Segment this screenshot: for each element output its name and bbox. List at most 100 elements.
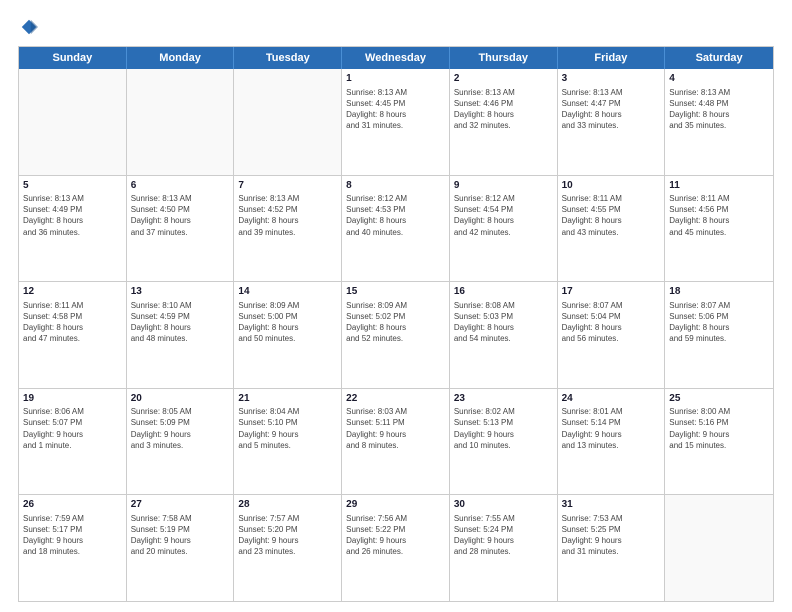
day-info: Sunrise: 8:02 AM Sunset: 5:13 PM Dayligh… [454, 406, 553, 451]
calendar-cell: 12Sunrise: 8:11 AM Sunset: 4:58 PM Dayli… [19, 282, 127, 388]
page: SundayMondayTuesdayWednesdayThursdayFrid… [0, 0, 792, 612]
day-info: Sunrise: 8:13 AM Sunset: 4:50 PM Dayligh… [131, 193, 230, 238]
day-info: Sunrise: 8:13 AM Sunset: 4:47 PM Dayligh… [562, 87, 661, 132]
calendar-cell: 5Sunrise: 8:13 AM Sunset: 4:49 PM Daylig… [19, 176, 127, 282]
logo [18, 18, 38, 36]
day-number: 27 [131, 498, 230, 512]
calendar-cell [127, 69, 235, 175]
day-number: 2 [454, 72, 553, 86]
day-info: Sunrise: 8:04 AM Sunset: 5:10 PM Dayligh… [238, 406, 337, 451]
calendar-cell: 28Sunrise: 7:57 AM Sunset: 5:20 PM Dayli… [234, 495, 342, 601]
calendar-cell [234, 69, 342, 175]
day-number: 16 [454, 285, 553, 299]
calendar-cell: 7Sunrise: 8:13 AM Sunset: 4:52 PM Daylig… [234, 176, 342, 282]
day-info: Sunrise: 8:13 AM Sunset: 4:49 PM Dayligh… [23, 193, 122, 238]
day-info: Sunrise: 7:56 AM Sunset: 5:22 PM Dayligh… [346, 513, 445, 558]
day-info: Sunrise: 8:13 AM Sunset: 4:52 PM Dayligh… [238, 193, 337, 238]
calendar-cell: 3Sunrise: 8:13 AM Sunset: 4:47 PM Daylig… [558, 69, 666, 175]
day-number: 23 [454, 392, 553, 406]
day-number: 1 [346, 72, 445, 86]
calendar-cell: 16Sunrise: 8:08 AM Sunset: 5:03 PM Dayli… [450, 282, 558, 388]
day-info: Sunrise: 8:13 AM Sunset: 4:46 PM Dayligh… [454, 87, 553, 132]
day-number: 25 [669, 392, 769, 406]
day-number: 18 [669, 285, 769, 299]
calendar-row: 19Sunrise: 8:06 AM Sunset: 5:07 PM Dayli… [19, 389, 773, 496]
calendar-cell: 30Sunrise: 7:55 AM Sunset: 5:24 PM Dayli… [450, 495, 558, 601]
day-info: Sunrise: 8:12 AM Sunset: 4:53 PM Dayligh… [346, 193, 445, 238]
day-info: Sunrise: 8:06 AM Sunset: 5:07 PM Dayligh… [23, 406, 122, 451]
day-number: 3 [562, 72, 661, 86]
day-number: 10 [562, 179, 661, 193]
day-info: Sunrise: 7:58 AM Sunset: 5:19 PM Dayligh… [131, 513, 230, 558]
weekday-header: Wednesday [342, 47, 450, 69]
calendar-cell: 31Sunrise: 7:53 AM Sunset: 5:25 PM Dayli… [558, 495, 666, 601]
day-info: Sunrise: 8:11 AM Sunset: 4:56 PM Dayligh… [669, 193, 769, 238]
calendar-cell: 22Sunrise: 8:03 AM Sunset: 5:11 PM Dayli… [342, 389, 450, 495]
logo-icon [20, 18, 38, 36]
day-number: 14 [238, 285, 337, 299]
calendar-cell: 29Sunrise: 7:56 AM Sunset: 5:22 PM Dayli… [342, 495, 450, 601]
day-number: 17 [562, 285, 661, 299]
calendar-cell: 14Sunrise: 8:09 AM Sunset: 5:00 PM Dayli… [234, 282, 342, 388]
day-info: Sunrise: 8:12 AM Sunset: 4:54 PM Dayligh… [454, 193, 553, 238]
day-number: 11 [669, 179, 769, 193]
day-info: Sunrise: 8:01 AM Sunset: 5:14 PM Dayligh… [562, 406, 661, 451]
calendar-cell: 6Sunrise: 8:13 AM Sunset: 4:50 PM Daylig… [127, 176, 235, 282]
day-number: 26 [23, 498, 122, 512]
calendar-cell [665, 495, 773, 601]
day-number: 6 [131, 179, 230, 193]
calendar-cell [19, 69, 127, 175]
day-info: Sunrise: 8:07 AM Sunset: 5:04 PM Dayligh… [562, 300, 661, 345]
calendar: SundayMondayTuesdayWednesdayThursdayFrid… [18, 46, 774, 602]
calendar-cell: 25Sunrise: 8:00 AM Sunset: 5:16 PM Dayli… [665, 389, 773, 495]
calendar-cell: 20Sunrise: 8:05 AM Sunset: 5:09 PM Dayli… [127, 389, 235, 495]
day-info: Sunrise: 8:09 AM Sunset: 5:02 PM Dayligh… [346, 300, 445, 345]
day-number: 5 [23, 179, 122, 193]
day-number: 19 [23, 392, 122, 406]
calendar-cell: 24Sunrise: 8:01 AM Sunset: 5:14 PM Dayli… [558, 389, 666, 495]
day-number: 15 [346, 285, 445, 299]
calendar-cell: 4Sunrise: 8:13 AM Sunset: 4:48 PM Daylig… [665, 69, 773, 175]
day-info: Sunrise: 7:57 AM Sunset: 5:20 PM Dayligh… [238, 513, 337, 558]
calendar-cell: 13Sunrise: 8:10 AM Sunset: 4:59 PM Dayli… [127, 282, 235, 388]
day-info: Sunrise: 8:13 AM Sunset: 4:45 PM Dayligh… [346, 87, 445, 132]
calendar-header: SundayMondayTuesdayWednesdayThursdayFrid… [19, 47, 773, 69]
day-info: Sunrise: 8:00 AM Sunset: 5:16 PM Dayligh… [669, 406, 769, 451]
day-info: Sunrise: 7:55 AM Sunset: 5:24 PM Dayligh… [454, 513, 553, 558]
day-info: Sunrise: 8:09 AM Sunset: 5:00 PM Dayligh… [238, 300, 337, 345]
calendar-row: 5Sunrise: 8:13 AM Sunset: 4:49 PM Daylig… [19, 176, 773, 283]
day-info: Sunrise: 8:11 AM Sunset: 4:55 PM Dayligh… [562, 193, 661, 238]
day-info: Sunrise: 8:10 AM Sunset: 4:59 PM Dayligh… [131, 300, 230, 345]
day-info: Sunrise: 7:59 AM Sunset: 5:17 PM Dayligh… [23, 513, 122, 558]
day-info: Sunrise: 8:07 AM Sunset: 5:06 PM Dayligh… [669, 300, 769, 345]
day-number: 8 [346, 179, 445, 193]
calendar-row: 26Sunrise: 7:59 AM Sunset: 5:17 PM Dayli… [19, 495, 773, 601]
day-number: 9 [454, 179, 553, 193]
day-number: 30 [454, 498, 553, 512]
day-number: 7 [238, 179, 337, 193]
day-number: 21 [238, 392, 337, 406]
calendar-body: 1Sunrise: 8:13 AM Sunset: 4:45 PM Daylig… [19, 69, 773, 601]
weekday-header: Tuesday [234, 47, 342, 69]
day-number: 24 [562, 392, 661, 406]
calendar-cell: 2Sunrise: 8:13 AM Sunset: 4:46 PM Daylig… [450, 69, 558, 175]
day-info: Sunrise: 7:53 AM Sunset: 5:25 PM Dayligh… [562, 513, 661, 558]
calendar-cell: 11Sunrise: 8:11 AM Sunset: 4:56 PM Dayli… [665, 176, 773, 282]
calendar-cell: 18Sunrise: 8:07 AM Sunset: 5:06 PM Dayli… [665, 282, 773, 388]
weekday-header: Saturday [665, 47, 773, 69]
calendar-cell: 15Sunrise: 8:09 AM Sunset: 5:02 PM Dayli… [342, 282, 450, 388]
calendar-cell: 10Sunrise: 8:11 AM Sunset: 4:55 PM Dayli… [558, 176, 666, 282]
header [18, 18, 774, 36]
calendar-cell: 23Sunrise: 8:02 AM Sunset: 5:13 PM Dayli… [450, 389, 558, 495]
calendar-cell: 27Sunrise: 7:58 AM Sunset: 5:19 PM Dayli… [127, 495, 235, 601]
calendar-cell: 21Sunrise: 8:04 AM Sunset: 5:10 PM Dayli… [234, 389, 342, 495]
day-number: 28 [238, 498, 337, 512]
calendar-cell: 17Sunrise: 8:07 AM Sunset: 5:04 PM Dayli… [558, 282, 666, 388]
day-info: Sunrise: 8:03 AM Sunset: 5:11 PM Dayligh… [346, 406, 445, 451]
day-number: 20 [131, 392, 230, 406]
day-number: 12 [23, 285, 122, 299]
day-info: Sunrise: 8:05 AM Sunset: 5:09 PM Dayligh… [131, 406, 230, 451]
day-info: Sunrise: 8:13 AM Sunset: 4:48 PM Dayligh… [669, 87, 769, 132]
day-info: Sunrise: 8:11 AM Sunset: 4:58 PM Dayligh… [23, 300, 122, 345]
calendar-cell: 1Sunrise: 8:13 AM Sunset: 4:45 PM Daylig… [342, 69, 450, 175]
